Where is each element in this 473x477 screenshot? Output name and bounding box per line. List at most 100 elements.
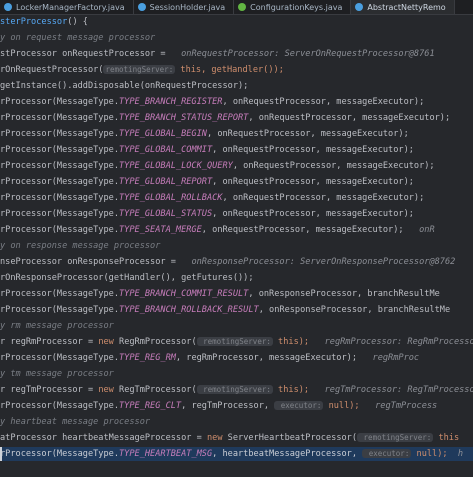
java-interface-icon bbox=[238, 3, 247, 11]
text-caret bbox=[0, 447, 2, 461]
code-token: rOnResponseProcessor(getHandler(), getFu… bbox=[0, 273, 254, 283]
code-token: rProcessor(MessageType. bbox=[0, 193, 119, 203]
parameter-hint: remotingServer: bbox=[196, 337, 273, 346]
code-token: rProcessor(MessageType. bbox=[0, 209, 119, 219]
code-line[interactable]: y heartbeat message processor bbox=[0, 415, 473, 429]
code-line[interactable]: rProcessor(MessageType.TYPE_REG_RM, regR… bbox=[0, 351, 473, 365]
code-line[interactable]: rProcessor(MessageType.TYPE_GLOBAL_STATU… bbox=[0, 207, 473, 221]
code-line[interactable]: rProcessor(MessageType.TYPE_BRANCH_STATU… bbox=[0, 111, 473, 125]
code-token: TYPE_GLOBAL_BEGIN bbox=[119, 129, 207, 139]
code-token: RegRmProcessor( bbox=[119, 337, 197, 347]
code-token: this); bbox=[272, 337, 310, 347]
code-line[interactable]: y on response message processor bbox=[0, 239, 473, 253]
code-line[interactable]: rOnResponseProcessor(getHandler(), getFu… bbox=[0, 271, 473, 285]
code-line[interactable]: rProcessor(MessageType.TYPE_GLOBAL_ROLLB… bbox=[0, 191, 473, 205]
code-line[interactable]: rProcessor(MessageType.TYPE_BRANCH_ROLLB… bbox=[0, 303, 473, 317]
code-line[interactable]: r regTmProcessor = new RegTmProcessor( r… bbox=[0, 383, 473, 397]
code-token: ServerHeartbeatProcessor( bbox=[227, 433, 358, 443]
code-token: TYPE_REG_CLT bbox=[119, 401, 182, 411]
code-token: , onRequestProcessor, messageExecutor); bbox=[232, 161, 435, 171]
code-token: TYPE_REG_RM bbox=[119, 353, 176, 363]
inline-value-hint: onResponseProcessor: ServerOnResponsePro… bbox=[181, 257, 456, 267]
code-line[interactable]: rProcessor(MessageType.TYPE_REG_CLT, reg… bbox=[0, 399, 473, 413]
code-line[interactable]: rOnRequestProcessor(remotingServer: this… bbox=[0, 63, 473, 77]
code-line[interactable]: rProcessor(MessageType.TYPE_BRANCH_COMMI… bbox=[0, 287, 473, 301]
tab-label: SessionHolder.java bbox=[149, 2, 226, 12]
code-token: rProcessor(MessageType. bbox=[0, 129, 119, 139]
code-token: , onRequestProcessor, messageExecutor); bbox=[201, 225, 420, 235]
tab-label: LockerManagerFactory.java bbox=[16, 2, 125, 12]
code-line[interactable]: rProcessor(MessageType.TYPE_GLOBAL_BEGIN… bbox=[0, 127, 473, 141]
code-token: , regTmProcessor, bbox=[181, 401, 275, 411]
code-token: y on response message processor bbox=[0, 241, 161, 251]
code-line[interactable]: rProcessor(MessageType.TYPE_GLOBAL_REPOR… bbox=[0, 175, 473, 189]
tab-abstract-netty-remoting[interactable]: AbstractNettyRemo bbox=[351, 0, 455, 14]
code-token: , onRequestProcessor, messageExecutor); bbox=[222, 193, 425, 203]
code-token: this); bbox=[272, 385, 310, 395]
code-line[interactable]: y on request message processor bbox=[0, 31, 473, 45]
code-line[interactable]: y rm message processor bbox=[0, 319, 473, 333]
code-token: rProcessor(MessageType. bbox=[0, 353, 119, 363]
code-token: this bbox=[433, 433, 460, 443]
parameter-hint: executor: bbox=[362, 449, 412, 458]
code-token: TYPE_GLOBAL_STATUS bbox=[119, 209, 213, 219]
code-token: y tm message processor bbox=[0, 369, 114, 379]
parameter-hint: remotingServer: bbox=[357, 433, 434, 442]
code-editor[interactable]: sterProcessor() { y on request message pr… bbox=[0, 15, 473, 477]
tab-configuration-keys[interactable]: ConfigurationKeys.java bbox=[234, 0, 352, 14]
code-token: rProcessor(MessageType. bbox=[0, 161, 119, 171]
code-token: y on request message processor bbox=[0, 33, 156, 43]
code-token: , regRmProcessor, messageExecutor); bbox=[175, 353, 358, 363]
inline-value-hint: regTmProcessor: RegTmProcessor bbox=[309, 385, 473, 395]
code-token: TYPE_GLOBAL_REPORT bbox=[119, 177, 213, 187]
code-token: rProcessor(MessageType. bbox=[0, 145, 119, 155]
parameter-hint: executor: bbox=[274, 401, 324, 410]
code-line[interactable]: sterProcessor() { bbox=[0, 15, 473, 29]
code-line[interactable]: atProcessor heartbeatMessageProcessor = … bbox=[0, 431, 473, 445]
tab-locker-manager-factory[interactable]: LockerManagerFactory.java bbox=[0, 0, 134, 14]
code-token: , onRequestProcessor, messageExecutor); bbox=[212, 145, 414, 155]
code-token: null); bbox=[411, 449, 448, 459]
code-token: this, getHandler()); bbox=[175, 65, 284, 75]
code-token: , onRequestProcessor, messageExecutor); bbox=[206, 129, 409, 139]
inline-value-hint: regRmProcessor: RegRmProcessor bbox=[309, 337, 473, 347]
code-token: new bbox=[98, 337, 120, 347]
code-line[interactable]: rProcessor(MessageType.TYPE_GLOBAL_LOCK_… bbox=[0, 159, 473, 173]
tab-session-holder[interactable]: SessionHolder.java bbox=[134, 0, 235, 14]
parameter-hint: remotingServer: bbox=[196, 385, 273, 394]
code-token: null); bbox=[323, 401, 360, 411]
code-token: TYPE_HEARTBEAT_MSG bbox=[119, 449, 213, 459]
code-token: getInstance().addDisposable(onRequestPro… bbox=[0, 81, 249, 91]
code-line[interactable]: y tm message processor bbox=[0, 367, 473, 381]
code-token: r regTmProcessor = bbox=[0, 385, 99, 395]
java-class-icon bbox=[4, 3, 12, 11]
code-line[interactable]: getInstance().addDisposable(onRequestPro… bbox=[0, 79, 473, 93]
editor-tab-bar: LockerManagerFactory.java SessionHolder.… bbox=[0, 0, 473, 15]
code-token: TYPE_BRANCH_ROLLBACK_RESULT bbox=[119, 305, 259, 315]
code-token: rProcessor(MessageType. bbox=[0, 113, 119, 123]
code-token: rOnRequestProcessor( bbox=[0, 65, 104, 75]
code-line[interactable]: r regRmProcessor = new RegRmProcessor( r… bbox=[0, 335, 473, 349]
code-token: TYPE_GLOBAL_LOCK_QUERY bbox=[119, 161, 233, 171]
code-line[interactable]: rProcessor(MessageType.TYPE_GLOBAL_COMMI… bbox=[0, 143, 473, 157]
ide-window: LockerManagerFactory.java SessionHolder.… bbox=[0, 0, 473, 477]
code-token: y rm message processor bbox=[0, 321, 114, 331]
code-line[interactable]: rProcessor(MessageType.TYPE_SEATA_MERGE,… bbox=[0, 223, 473, 237]
code-token: rProcessor(MessageType. bbox=[0, 177, 119, 187]
inline-value-hint: h bbox=[447, 449, 464, 459]
code-line[interactable]: stProcessor onRequestProcessor = onReque… bbox=[0, 47, 473, 61]
java-abstract-icon bbox=[355, 3, 364, 11]
code-token: TYPE_BRANCH_REGISTER bbox=[119, 97, 223, 107]
code-token: TYPE_GLOBAL_ROLLBACK bbox=[119, 193, 223, 203]
code-token: , heartbeatMessageProcessor, bbox=[212, 449, 363, 459]
code-token: new bbox=[98, 385, 120, 395]
code-token: rProcessor(MessageType. bbox=[0, 305, 119, 315]
code-token: , onRequestProcessor, messageExecutor); bbox=[248, 113, 451, 123]
code-token: rProcessor(MessageType. bbox=[0, 449, 119, 459]
code-line[interactable]: rProcessor(MessageType.TYPE_BRANCH_REGIS… bbox=[0, 95, 473, 109]
code-line[interactable]: nseProcessor onResponseProcessor = onRes… bbox=[0, 255, 473, 269]
code-token: rProcessor(MessageType. bbox=[0, 225, 119, 235]
tab-label: ConfigurationKeys.java bbox=[250, 2, 343, 12]
code-line-current[interactable]: rProcessor(MessageType.TYPE_HEARTBEAT_MS… bbox=[0, 447, 473, 461]
code-token: TYPE_SEATA_MERGE bbox=[119, 225, 202, 235]
